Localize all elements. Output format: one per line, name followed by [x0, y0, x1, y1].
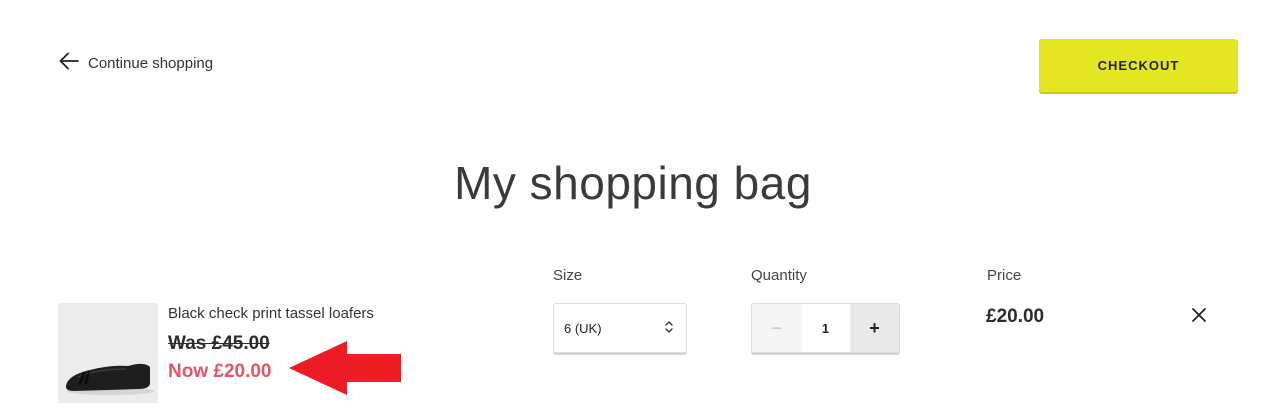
size-column-header: Size [553, 267, 583, 284]
now-price: Now £20.00 [168, 361, 272, 382]
quantity-stepper: − 1 + [751, 303, 900, 353]
continue-shopping-link[interactable]: Continue shopping [58, 50, 213, 76]
chevron-up-down-icon [664, 320, 674, 337]
page-title: My shopping bag [454, 156, 812, 209]
was-price: Was £45.00 [168, 333, 270, 354]
increase-quantity-button[interactable]: + [850, 304, 899, 352]
checkout-button[interactable]: CHECKOUT [1039, 39, 1238, 92]
red-arrow-annotation [289, 341, 401, 395]
price-column-header: Price [987, 267, 1022, 284]
continue-shopping-label: Continue shopping [88, 54, 214, 72]
product-thumbnail[interactable] [58, 303, 158, 403]
size-select[interactable]: 6 (UK) [553, 303, 687, 353]
quantity-column-header: Quantity [751, 267, 807, 284]
close-icon [1190, 308, 1208, 328]
arrow-left-icon [58, 50, 80, 76]
decrease-quantity-button[interactable]: − [752, 304, 801, 352]
shopping-bag-page: Continue shopping CHECKOUT My shopping b… [0, 0, 1266, 413]
remove-item-button[interactable] [1190, 306, 1208, 324]
product-name[interactable]: Black check print tassel loafers [168, 305, 374, 322]
line-price: £20.00 [986, 306, 1045, 327]
size-selected-value: 6 (UK) [564, 320, 602, 336]
quantity-value[interactable]: 1 [801, 304, 850, 352]
